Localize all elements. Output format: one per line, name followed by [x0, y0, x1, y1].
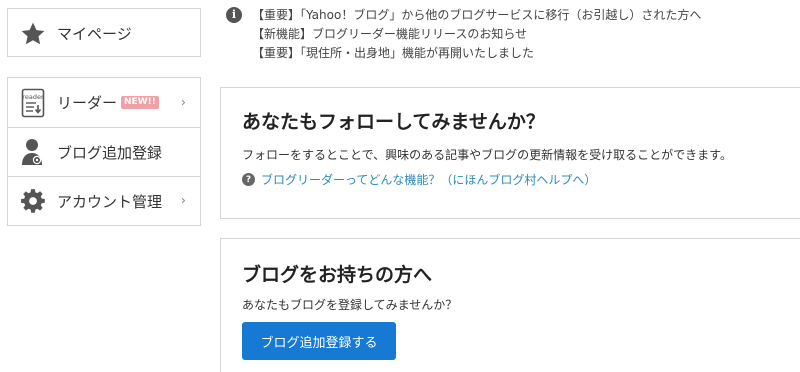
- sidebar-item-reader[interactable]: reader リーダー NEW!! ›: [8, 78, 200, 127]
- sidebar-menu: reader リーダー NEW!! › ブログ追加登録 アカウント管理 ›: [7, 77, 201, 226]
- blog-card-title: ブログをお持ちの方へ: [242, 264, 433, 286]
- mypage-panel: マイページ: [7, 8, 201, 57]
- sidebar-item-label: アカウント管理: [57, 192, 163, 211]
- notice-list: i 【重要】「Yahoo！ブログ」から他のブログサービスに移行（お引越し）された…: [226, 5, 701, 62]
- follow-card: あなたもフォローしてみませんか？ フォローをするとことで、興味のある記事やブログ…: [220, 87, 800, 219]
- user-add-icon: [20, 137, 46, 167]
- reader-icon: reader: [20, 88, 46, 118]
- help-link-label[interactable]: ブログリーダーってどんな機能？（にほんブログ村ヘルプへ）: [261, 171, 596, 188]
- chevron-right-icon: ›: [180, 95, 186, 110]
- sidebar-item-add-blog[interactable]: ブログ追加登録: [8, 127, 200, 176]
- notice-item[interactable]: 【重要】「現住所・出身地」機能が再開いたしました: [226, 43, 701, 62]
- star-icon: [20, 19, 46, 49]
- question-icon: ?: [242, 173, 255, 186]
- info-icon: i: [226, 6, 242, 23]
- notice-text[interactable]: 【新機能】ブログリーダー機能リリースのお知らせ: [252, 25, 527, 42]
- gear-icon: [20, 186, 46, 216]
- sidebar-item-account[interactable]: アカウント管理 ›: [8, 176, 200, 225]
- notice-item[interactable]: i 【重要】「Yahoo！ブログ」から他のブログサービスに移行（お引越し）された…: [226, 5, 701, 24]
- blog-owner-card: ブログをお持ちの方へ あなたもブログを登録してみませんか？ ブログ追加登録する: [220, 238, 800, 372]
- follow-card-text: フォローをするとことで、興味のある記事やブログの更新情報を受け取ることができます…: [242, 148, 732, 162]
- sidebar-item-label: リーダー: [57, 94, 118, 112]
- sidebar-item-label: マイページ: [57, 25, 132, 43]
- chevron-right-icon: ›: [180, 193, 186, 209]
- notice-text[interactable]: 【重要】「現住所・出身地」機能が再開いたしました: [252, 44, 534, 61]
- reader-help-link[interactable]: ? ブログリーダーってどんな機能？（にほんブログ村ヘルプへ）: [242, 171, 596, 188]
- sidebar-item-mypage[interactable]: マイページ: [8, 9, 200, 58]
- notice-item[interactable]: 【新機能】ブログリーダー機能リリースのお知らせ: [226, 24, 701, 43]
- svg-text:reader: reader: [22, 93, 44, 101]
- sidebar-item-label: ブログ追加登録: [57, 143, 163, 162]
- follow-card-title: あなたもフォローしてみませんか？: [242, 111, 545, 133]
- blog-card-text: あなたもブログを登録してみませんか？: [242, 298, 458, 312]
- new-badge: NEW!!: [121, 96, 159, 109]
- add-blog-button[interactable]: ブログ追加登録する: [242, 322, 396, 360]
- notice-text[interactable]: 【重要】「Yahoo！ブログ」から他のブログサービスに移行（お引越し）された方へ: [252, 6, 701, 23]
